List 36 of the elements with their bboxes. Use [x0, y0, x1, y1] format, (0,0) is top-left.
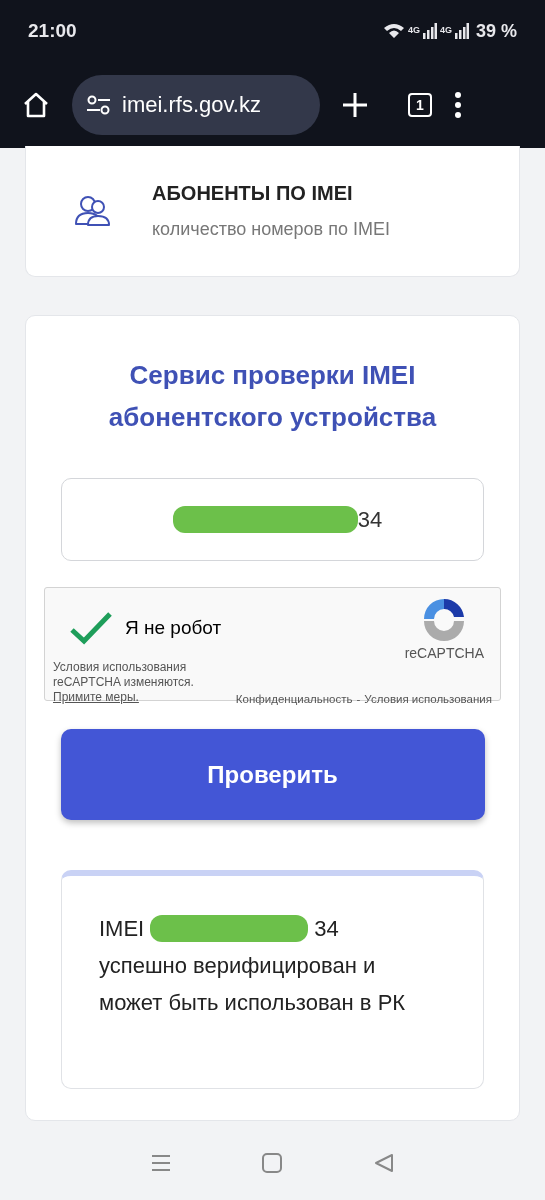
users-icon	[74, 194, 112, 228]
imei-input-field[interactable]: 34	[61, 478, 484, 561]
wifi-icon	[382, 23, 405, 39]
home-icon[interactable]	[22, 91, 50, 119]
card-title: АБОНЕНТЫ ПО IMEI	[152, 182, 354, 205]
checkmark-icon[interactable]	[69, 611, 113, 645]
network-label: 4G	[439, 24, 452, 35]
site-settings-icon[interactable]	[86, 95, 112, 115]
tab-count-button[interactable]: 1	[408, 93, 432, 117]
url-text: imei.rfs.gov.kz	[122, 92, 261, 118]
recaptcha-brand: reCAPTCHA	[404, 645, 484, 661]
privacy-link[interactable]: Конфиденциальность	[235, 693, 353, 705]
card-subtitle: количество номеров по IMEI	[152, 219, 390, 240]
imei-label: IMEI	[99, 915, 145, 943]
result-message: успешно верифицирован и может быть использован в РК	[99, 952, 407, 1017]
subscribers-card[interactable]: АБОНЕНТЫ ПО IMEI количество номеров по IMEI	[25, 146, 520, 277]
check-button[interactable]: Проверить	[60, 729, 485, 820]
service-title: Сервис проверки IMEI абонентского устройства	[107, 359, 438, 434]
recent-apps-icon[interactable]	[150, 1154, 171, 1172]
captcha-notice: Условия использования reCAPTCHA изменяются. Примите меры.	[53, 660, 195, 705]
back-icon[interactable]	[374, 1153, 395, 1173]
imei-suffix: 34	[314, 915, 339, 943]
imei-value: 34	[357, 506, 383, 533]
network-label: 4G	[407, 24, 420, 35]
home-button-icon[interactable]	[262, 1153, 283, 1173]
new-tab-icon[interactable]	[342, 92, 368, 118]
menu-icon[interactable]	[454, 92, 462, 118]
address-bar[interactable]: imei.rfs.gov.kz	[72, 75, 320, 135]
battery-level: 39 %	[475, 20, 517, 42]
status-time: 21:00	[28, 20, 77, 42]
signal-icon	[422, 23, 437, 39]
take-action-link[interactable]: Примите меры.	[53, 690, 139, 704]
link-separator: -	[356, 693, 361, 705]
captcha-label: Я не робот	[125, 617, 222, 639]
signal-icon	[454, 23, 469, 39]
terms-link[interactable]: Условия использования	[364, 693, 492, 705]
